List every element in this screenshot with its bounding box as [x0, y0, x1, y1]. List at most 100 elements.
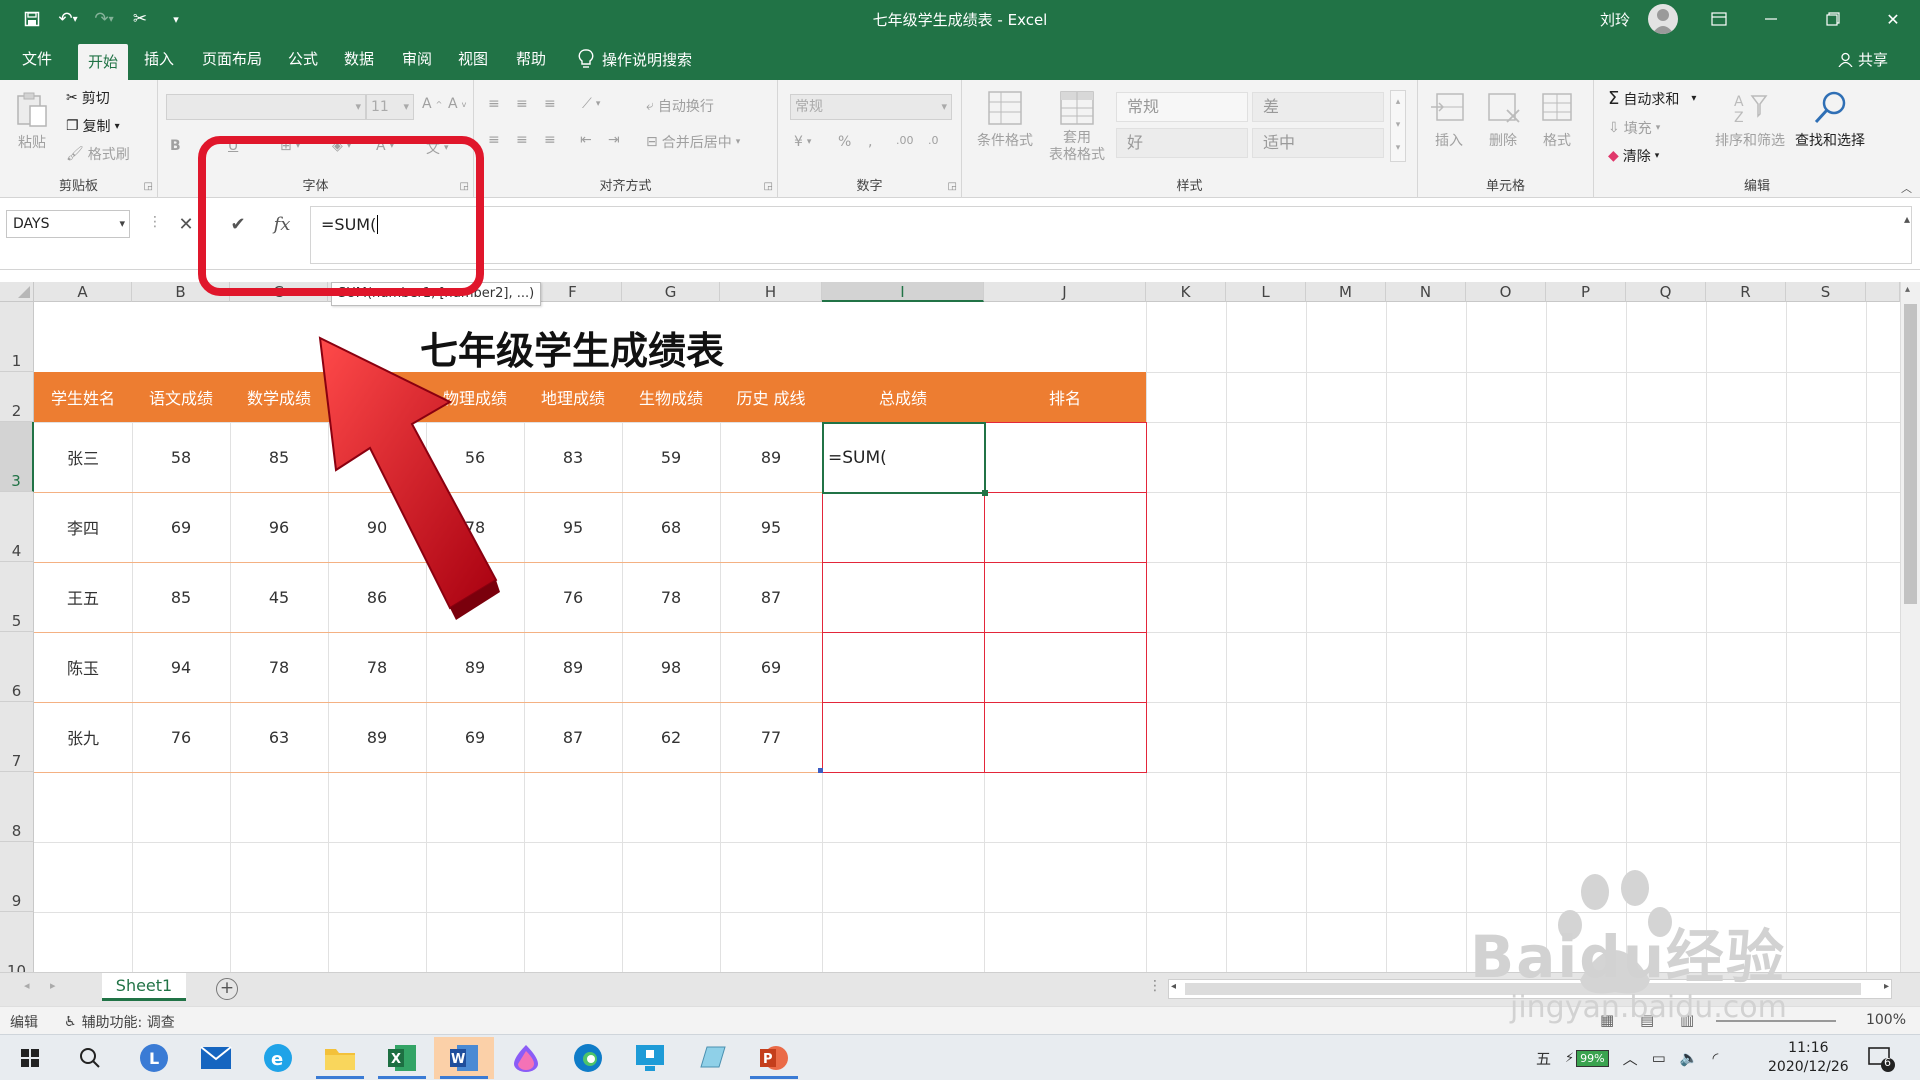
fill-handle-icon[interactable] [818, 768, 823, 773]
tab-page-layout[interactable]: 页面布局 [192, 38, 272, 80]
windows-start-icon[interactable] [0, 1037, 60, 1079]
column-header-l[interactable]: L [1226, 282, 1306, 302]
shrink-font-icon[interactable]: Av [448, 96, 466, 112]
vertical-scroll-thumb[interactable] [1904, 304, 1917, 604]
data-cell[interactable]: 87 [720, 562, 822, 632]
align-top-icon[interactable]: ≡ [488, 96, 500, 112]
column-header-o[interactable]: O [1466, 282, 1546, 302]
ribbon-display-icon[interactable] [1696, 0, 1742, 38]
data-cell[interactable]: 95 [720, 492, 822, 562]
data-cell[interactable]: 89 [524, 632, 622, 702]
data-cell[interactable]: 69 [132, 492, 230, 562]
chevron-up-icon[interactable]: ︿ [1623, 1048, 1638, 1069]
close-icon[interactable]: ✕ [1870, 0, 1916, 38]
scroll-left-icon[interactable]: ◂ [1171, 981, 1176, 992]
clock[interactable]: 11:16 2020/12/26 [1768, 1039, 1849, 1077]
word-icon[interactable]: W [434, 1037, 494, 1079]
excel-icon[interactable]: X [372, 1037, 432, 1079]
data-cell[interactable]: 62 [622, 702, 720, 772]
data-cell[interactable]: 68 [622, 492, 720, 562]
ime-indicator[interactable]: 五 [1536, 1048, 1551, 1069]
row-header-5[interactable]: 5 [0, 562, 34, 632]
data-cell[interactable]: 95 [524, 492, 622, 562]
tab-insert[interactable]: 插入 [134, 38, 184, 80]
column-header-k[interactable]: K [1146, 282, 1226, 302]
data-cell[interactable]: 78 [328, 632, 426, 702]
header-cell-chinese[interactable]: 语文成绩 [132, 372, 230, 422]
column-header-q[interactable]: Q [1626, 282, 1706, 302]
align-left-icon[interactable]: ≡ [488, 132, 500, 148]
column-header-n[interactable]: N [1386, 282, 1466, 302]
style-good[interactable]: 好 [1116, 128, 1248, 158]
tab-data[interactable]: 数据 [334, 38, 384, 80]
align-center-icon[interactable]: ≡ [516, 132, 528, 148]
scroll-up-icon[interactable]: ▴ [1905, 284, 1910, 295]
dialog-launcher-icon[interactable]: ◲ [144, 181, 153, 192]
delete-cells-button[interactable]: 删除 [1480, 90, 1526, 150]
share-button[interactable]: 共享 [1838, 38, 1888, 80]
style-neutral[interactable]: 适中 [1252, 128, 1384, 158]
column-header-i[interactable]: I [822, 282, 984, 302]
data-cell[interactable]: 张三 [34, 422, 132, 492]
number-format-combo[interactable]: 常规 [790, 94, 952, 120]
wifi-icon[interactable]: ◜ [1713, 1049, 1719, 1067]
battery-status[interactable]: ⚡ 99% [1565, 1049, 1609, 1067]
format-painter-button[interactable]: 🖌 格式刷 [66, 144, 130, 164]
data-cell[interactable]: 77 [720, 702, 822, 772]
data-cell[interactable]: 87 [524, 702, 622, 772]
select-all-button[interactable] [0, 282, 34, 302]
accessibility-status[interactable]: ♿ 辅助功能: 调查 [64, 1012, 175, 1032]
data-cell[interactable]: 69 [720, 632, 822, 702]
data-cell[interactable]: 85 [132, 562, 230, 632]
avatar[interactable] [1648, 4, 1678, 34]
cell-i6[interactable] [822, 632, 985, 703]
column-header-a[interactable]: A [34, 282, 132, 302]
next-sheet-icon[interactable]: ▸ [50, 979, 56, 992]
data-cell[interactable]: 94 [132, 632, 230, 702]
row-header-6[interactable]: 6 [0, 632, 34, 702]
data-cell[interactable]: 王五 [34, 562, 132, 632]
row-header-2[interactable]: 2 [0, 372, 34, 422]
copy-button[interactable]: ❐ 复制 ▾ [66, 116, 120, 136]
data-cell[interactable]: 78 [230, 632, 328, 702]
cell-i7[interactable] [822, 702, 985, 773]
find-select-button[interactable]: 查找和选择 [1790, 90, 1870, 150]
grow-font-icon[interactable]: A ^ [422, 96, 442, 112]
cell-j7[interactable] [984, 702, 1147, 773]
data-cell[interactable]: 89 [720, 422, 822, 492]
tab-help[interactable]: 帮助 [506, 38, 556, 80]
tab-review[interactable]: 审阅 [392, 38, 442, 80]
style-bad[interactable]: 差 [1252, 92, 1384, 122]
conditional-format-button[interactable]: 条件格式 [972, 90, 1038, 150]
active-cell-i3[interactable]: =SUM( [822, 422, 988, 496]
header-cell-name[interactable]: 学生姓名 [34, 372, 132, 422]
screen-app-icon[interactable] [620, 1037, 680, 1079]
edge-browser-icon[interactable] [558, 1037, 618, 1079]
currency-icon[interactable]: ¥ ▾ [794, 134, 811, 150]
row-header-8[interactable]: 8 [0, 772, 34, 842]
notes-app-icon[interactable] [682, 1037, 742, 1079]
search-icon[interactable] [60, 1037, 120, 1079]
cell-i4[interactable] [822, 492, 985, 563]
align-right-icon[interactable]: ≡ [544, 132, 556, 148]
align-bottom-icon[interactable]: ≡ [544, 96, 556, 112]
data-cell[interactable]: 78 [622, 562, 720, 632]
font-size-combo[interactable]: 11 [366, 94, 414, 120]
cell-j4[interactable] [984, 492, 1147, 563]
decrease-indent-icon[interactable]: ⇤ [580, 132, 592, 148]
increase-indent-icon[interactable]: ⇥ [608, 132, 620, 148]
style-normal[interactable]: 常规 [1116, 92, 1248, 122]
dialog-launcher-icon[interactable]: ◲ [764, 181, 773, 192]
prev-sheet-icon[interactable]: ◂ [24, 979, 30, 992]
tab-home[interactable]: 开始 [78, 44, 129, 80]
data-cell[interactable]: 83 [524, 422, 622, 492]
cell-j5[interactable] [984, 562, 1147, 633]
data-cell[interactable]: 63 [230, 702, 328, 772]
data-cell[interactable]: 89 [328, 702, 426, 772]
data-cell[interactable]: 98 [622, 632, 720, 702]
tab-view[interactable]: 视图 [448, 38, 498, 80]
format-as-table-button[interactable]: 套用 表格格式 [1042, 90, 1112, 164]
comma-icon[interactable]: , [868, 134, 872, 150]
column-header-g[interactable]: G [622, 282, 720, 302]
row-header-3[interactable]: 3 [0, 422, 34, 492]
